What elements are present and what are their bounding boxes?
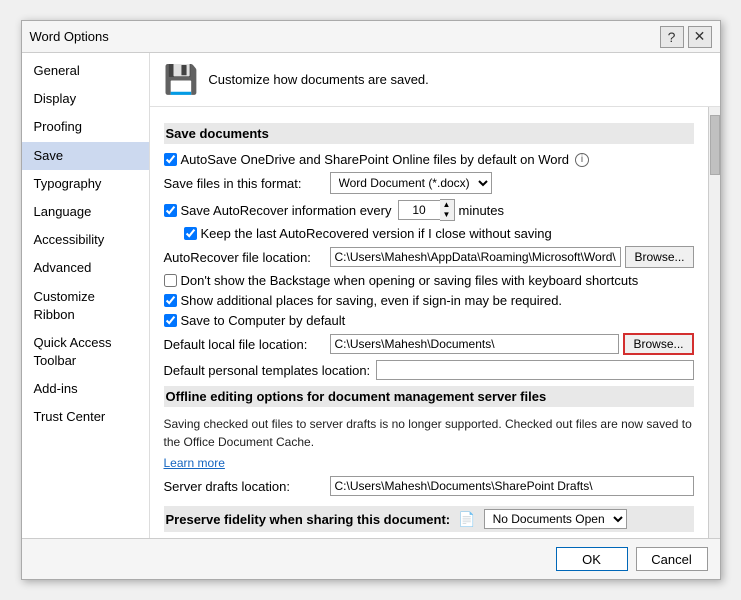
keep-last-row: Keep the last AutoRecovered version if I… (184, 226, 694, 241)
autosave-label[interactable]: AutoSave OneDrive and SharePoint Online … (164, 152, 590, 167)
sidebar-item-display[interactable]: Display (22, 85, 149, 113)
dont-show-backstage-checkbox[interactable] (164, 274, 177, 287)
autorecover-location-label: AutoRecover file location: (164, 250, 324, 265)
close-button[interactable]: ✕ (688, 26, 712, 48)
cancel-button[interactable]: Cancel (636, 547, 708, 571)
server-drafts-row: Server drafts location: (164, 476, 694, 496)
autosave-info-icon[interactable]: i (575, 153, 589, 167)
default-personal-label: Default personal templates location: (164, 363, 371, 378)
preserve-fidelity-label: Preserve fidelity when sharing this docu… (166, 512, 451, 527)
show-additional-text: Show additional places for saving, even … (181, 293, 563, 308)
save-format-label: Save files in this format: (164, 176, 324, 191)
main-panel: 💾 Customize how documents are saved. Sav… (150, 53, 720, 538)
autorecover-row: Save AutoRecover information every ▲ ▼ m… (164, 199, 694, 221)
word-options-dialog: Word Options ? ✕ General Display Proofin… (21, 20, 721, 580)
default-local-input[interactable] (330, 334, 620, 354)
main-header: 💾 Customize how documents are saved. (150, 53, 720, 107)
learn-more-row: Learn more (164, 456, 694, 470)
default-local-label: Default local file location: (164, 337, 324, 352)
sidebar-item-accessibility[interactable]: Accessibility (22, 226, 149, 254)
title-controls: ? ✕ (660, 26, 712, 48)
save-format-select[interactable]: Word Document (*.docx) (330, 172, 492, 194)
save-format-row: Save files in this format: Word Document… (164, 172, 694, 194)
sidebar-item-typography[interactable]: Typography (22, 170, 149, 198)
spinner-controls: ▲ ▼ (440, 199, 455, 221)
scrollbar-thumb[interactable] (710, 115, 720, 175)
autosave-checkbox[interactable] (164, 153, 177, 166)
autorecover-browse-button[interactable]: Browse... (625, 246, 693, 268)
show-additional-row: Show additional places for saving, even … (164, 293, 694, 308)
sidebar-item-customize-ribbon[interactable]: Customize Ribbon (22, 283, 149, 329)
learn-more-link[interactable]: Learn more (164, 456, 225, 470)
server-drafts-input[interactable] (330, 476, 694, 496)
title-bar: Word Options ? ✕ (22, 21, 720, 53)
sidebar-item-addins[interactable]: Add-ins (22, 375, 149, 403)
sidebar-item-proofing[interactable]: Proofing (22, 113, 149, 141)
dont-show-backstage-label[interactable]: Don't show the Backstage when opening or… (164, 273, 639, 288)
offline-section-header: Offline editing options for document man… (164, 386, 694, 407)
default-personal-row: Default personal templates location: (164, 360, 694, 380)
ok-button[interactable]: OK (556, 547, 628, 571)
preserve-fidelity-section-header: Preserve fidelity when sharing this docu… (164, 506, 694, 532)
keep-last-label[interactable]: Keep the last AutoRecovered version if I… (184, 226, 552, 241)
show-additional-checkbox[interactable] (164, 294, 177, 307)
main-body: Save documents AutoSave OneDrive and Sha… (150, 107, 708, 538)
default-local-row: Default local file location: Browse... (164, 333, 694, 355)
autorecover-spinner: ▲ ▼ (398, 199, 455, 221)
save-documents-section-header: Save documents (164, 123, 694, 144)
save-format-select-wrap: Word Document (*.docx) (330, 172, 492, 194)
save-to-computer-label[interactable]: Save to Computer by default (164, 313, 346, 328)
help-button[interactable]: ? (660, 26, 684, 48)
show-additional-label[interactable]: Show additional places for saving, even … (164, 293, 563, 308)
sidebar-item-language[interactable]: Language (22, 198, 149, 226)
save-icon: 💾 (164, 63, 199, 96)
header-description: Customize how documents are saved. (208, 72, 428, 87)
sidebar: General Display Proofing Save Typography… (22, 53, 150, 538)
default-personal-input[interactable] (376, 360, 693, 380)
sidebar-item-advanced[interactable]: Advanced (22, 254, 149, 282)
autorecover-minutes-input[interactable] (398, 200, 440, 220)
preserve-fidelity-select[interactable]: No Documents Open (484, 509, 627, 529)
scrollbar[interactable] (708, 107, 720, 538)
autorecover-text: Save AutoRecover information every (181, 203, 392, 218)
sidebar-item-general[interactable]: General (22, 57, 149, 85)
save-to-computer-text: Save to Computer by default (181, 313, 346, 328)
autosave-text: AutoSave OneDrive and SharePoint Online … (181, 152, 570, 167)
default-local-browse-button[interactable]: Browse... (623, 333, 693, 355)
dialog-title: Word Options (30, 29, 660, 44)
autorecover-location-row: AutoRecover file location: Browse... (164, 246, 694, 268)
sidebar-item-save[interactable]: Save (22, 142, 149, 170)
keep-last-text: Keep the last AutoRecovered version if I… (201, 226, 552, 241)
sidebar-item-trust-center[interactable]: Trust Center (22, 403, 149, 431)
dialog-content: General Display Proofing Save Typography… (22, 53, 720, 538)
spinner-up-btn[interactable]: ▲ (440, 200, 454, 210)
document-icon: 📄 (458, 511, 475, 528)
offline-description-text: Saving checked out files to server draft… (164, 415, 694, 451)
minutes-label: minutes (459, 203, 505, 218)
server-drafts-label: Server drafts location: (164, 479, 324, 494)
preserve-row: Preserve fidelity when sharing this docu… (166, 509, 694, 529)
bottom-bar: OK Cancel (22, 538, 720, 579)
spinner-down-btn[interactable]: ▼ (440, 210, 454, 220)
autosave-row: AutoSave OneDrive and SharePoint Online … (164, 152, 694, 167)
keep-last-checkbox[interactable] (184, 227, 197, 240)
sidebar-item-quick-access[interactable]: Quick Access Toolbar (22, 329, 149, 375)
dont-show-backstage-row: Don't show the Backstage when opening or… (164, 273, 694, 288)
autorecover-location-input[interactable] (330, 247, 622, 267)
dont-show-backstage-text: Don't show the Backstage when opening or… (181, 273, 639, 288)
save-to-computer-checkbox[interactable] (164, 314, 177, 327)
autorecover-checkbox[interactable] (164, 204, 177, 217)
autorecover-label: Save AutoRecover information every (164, 203, 392, 218)
save-to-computer-row: Save to Computer by default (164, 313, 694, 328)
